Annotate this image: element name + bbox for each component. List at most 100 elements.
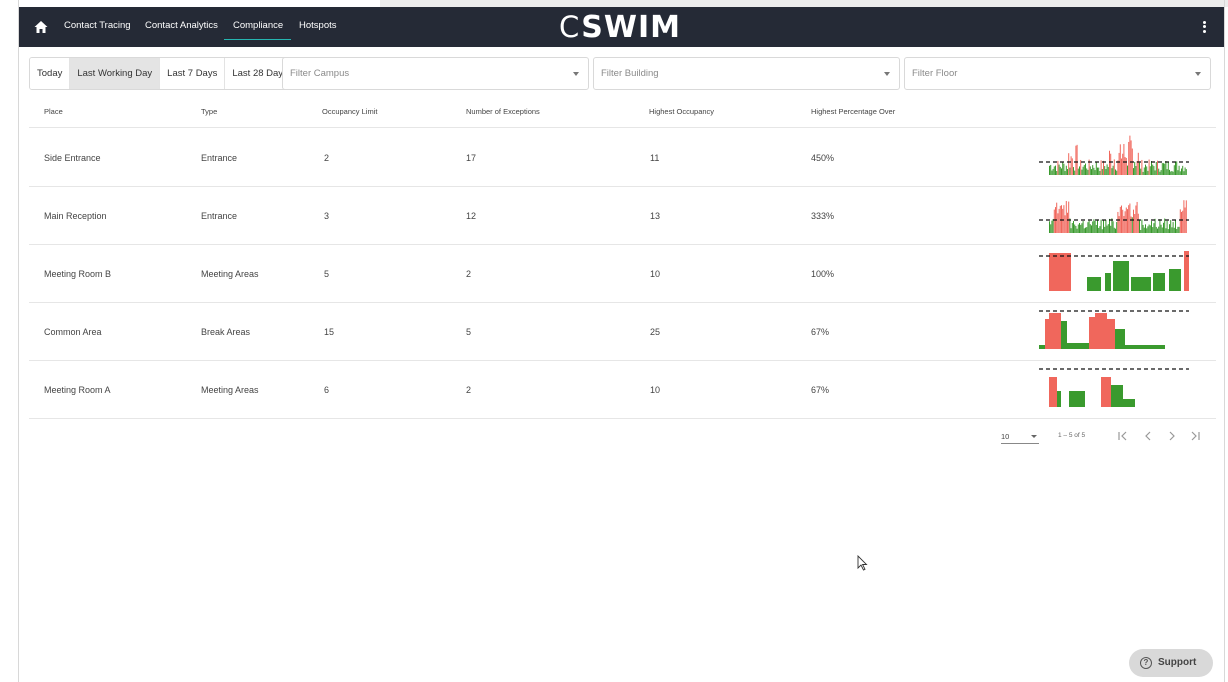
sparkline-bar [1057,160,1059,175]
page-size-select[interactable]: 10 [1001,430,1039,444]
top-navbar: Contact Tracing Contact Analytics Compli… [19,7,1224,47]
kebab-menu-icon[interactable] [1199,19,1209,35]
sparkline-bar [1049,253,1071,291]
cell-exceptions: 2 [466,269,472,279]
sparkline-bar [1184,251,1189,291]
sparkline-bar [1164,163,1166,175]
sparkline-bar [1157,228,1158,233]
sparkline-bar [1166,169,1168,175]
sparkline-bar [1095,224,1097,233]
table-row[interactable]: Main Reception Entrance 3 12 13 333% [29,187,1216,245]
header-highest-percentage-over[interactable]: Highest Percentage Over [811,107,895,116]
nav-contact-analytics[interactable]: Contact Analytics [145,20,218,31]
cell-type: Entrance [201,211,238,221]
cell-percentage-over: 67% [811,327,830,337]
sparkline-bar [1160,224,1162,233]
sparkline-bar [1069,218,1071,233]
sparkline-bar [1109,150,1110,175]
home-icon[interactable] [33,19,49,35]
sparkline-bar [1159,219,1161,233]
table-row[interactable]: Common Area Break Areas 15 5 25 67% [29,303,1216,361]
cell-place: Meeting Room A [44,385,111,395]
sparkline-bar [1087,222,1089,233]
sparkline-bar [1092,221,1094,233]
sparkline-bar [1163,222,1164,233]
sparkline-bar [1083,228,1085,233]
sparkline-bar [1164,218,1166,233]
header-place[interactable]: Place [44,107,63,116]
sparkline-bar [1077,224,1079,233]
cell-highest-occupancy: 25 [650,327,661,337]
table-row[interactable]: Side Entrance Entrance 2 17 11 450% [29,129,1216,187]
sparkline-bar [1122,153,1124,175]
sparkline-bar [1074,170,1076,175]
sparkline-bar [1053,209,1055,233]
sparkline-bar [1087,277,1101,291]
cell-exceptions: 12 [466,211,477,221]
table-row[interactable]: Meeting Room A Meeting Areas 6 2 10 67% [29,361,1216,419]
sparkline-bar [1141,219,1143,233]
sparkline-bar [1097,219,1098,233]
sparkline-bar [1110,153,1112,175]
support-button[interactable]: ? Support [1129,649,1213,677]
sparkline-bar [1083,165,1085,175]
header-number-of-exceptions[interactable]: Number of Exceptions [466,107,540,116]
header-occupancy-limit[interactable]: Occupancy Limit [322,107,377,116]
sparkline-bar [1056,202,1058,233]
header-type[interactable]: Type [201,107,217,116]
cswim-logo[interactable]: C SWIM [559,10,681,45]
sparkline-bar [1154,170,1156,175]
cell-type: Break Areas [201,327,251,337]
cell-highest-occupancy: 13 [650,211,661,221]
app-container: Contact Tracing Contact Analytics Compli… [19,7,1224,682]
first-page-icon[interactable] [1115,427,1131,445]
table-row[interactable]: Meeting Room B Meeting Areas 5 2 10 100% [29,245,1216,303]
sparkline-bar [1179,171,1181,175]
sparkline-bar [1075,145,1077,175]
next-page-icon[interactable] [1164,427,1180,445]
sparkline-bar [1176,161,1178,175]
sparkline-bar [1136,201,1138,233]
sparkline-bar [1148,224,1150,233]
sparkline-bar [1049,377,1057,407]
sparkline-bar [1139,162,1140,175]
sparkline-bar [1116,170,1118,175]
sparkline-bar [1124,211,1126,233]
sparkline-bar [1125,345,1165,349]
sparkline-bar [1069,391,1085,407]
logo-c: C [559,10,580,44]
sparkline-bar [1062,162,1064,175]
sparkline-bar [1115,329,1125,349]
filter-floor-select[interactable]: Filter Floor [904,57,1211,90]
sparkline-bar [1143,167,1145,175]
last-page-icon[interactable] [1187,427,1203,445]
filter-building-select[interactable]: Filter Building [593,57,900,90]
range-today-button[interactable]: Today [30,58,71,89]
sparkline-bar [1089,224,1091,233]
page-size-value: 10 [1001,432,1010,441]
range-last-7-days-button[interactable]: Last 7 Days [160,58,226,89]
sparkline-bar [1151,221,1152,233]
header-highest-occupancy[interactable]: Highest Occupancy [649,107,714,116]
sparkline-bar [1050,164,1052,175]
sparkline-bar [1111,385,1123,407]
sparkline-bar [1170,171,1172,175]
prev-page-icon[interactable] [1140,427,1156,445]
nav-hotspots[interactable]: Hotspots [299,20,337,31]
sparkline-bar [1153,166,1155,175]
sparkline-bar [1173,165,1175,175]
range-last-working-day-button[interactable]: Last Working Day [70,58,161,89]
sparkline-bar [1064,215,1066,233]
sparkline-bar [1158,168,1160,175]
sparkline-bar [1122,209,1124,233]
sparkline-bar [1123,399,1135,407]
sparkline-bar [1073,167,1074,175]
cell-place: Common Area [44,327,102,337]
sparkline-bar [1155,226,1157,233]
cell-occupancy-limit: 5 [324,269,330,279]
filter-campus-select[interactable]: Filter Campus [282,57,589,90]
sparkline-bar [1170,220,1172,233]
nav-compliance[interactable]: Compliance [224,20,292,40]
nav-contact-tracing[interactable]: Contact Tracing [64,20,131,31]
sparkline-bar [1106,164,1108,175]
